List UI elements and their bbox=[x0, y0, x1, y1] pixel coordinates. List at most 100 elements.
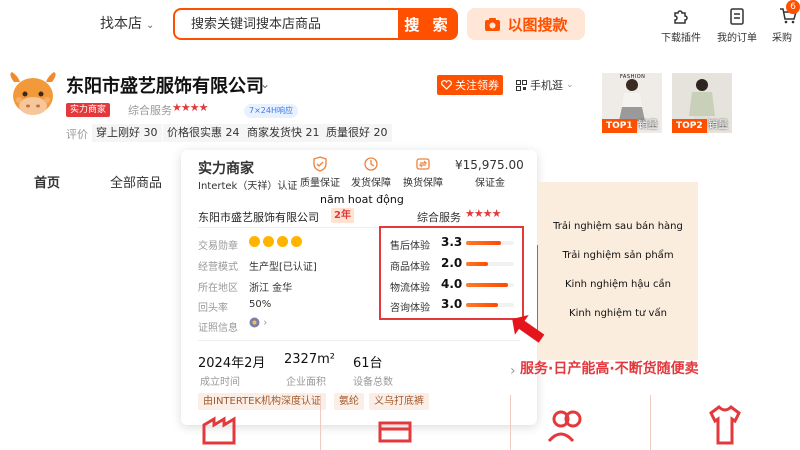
trade-medals bbox=[249, 236, 305, 248]
eval-tag[interactable]: 穿上刚好 30 bbox=[92, 124, 162, 142]
eval-label: 评价 bbox=[66, 128, 88, 141]
product-brand: FASHION bbox=[620, 74, 646, 80]
chevron-right-icon: › bbox=[263, 317, 268, 329]
scissors-icon bbox=[378, 421, 412, 443]
top-product-tile[interactable]: FASHION TOP1 销量 bbox=[602, 73, 662, 133]
score-bar-fill bbox=[466, 241, 501, 245]
shop-name[interactable]: 东阳市盛艺服饰有限公司 bbox=[66, 72, 264, 98]
delivery-icon bbox=[364, 157, 378, 171]
info-label: 经营模式 bbox=[198, 262, 238, 273]
tshirt-icon bbox=[709, 405, 741, 445]
eval-tag[interactable]: 商家发货快 21 bbox=[243, 124, 324, 142]
info-label: 交易勋章 bbox=[198, 241, 238, 252]
score-value: 2.0 bbox=[441, 256, 463, 270]
eval-tag[interactable]: 质量很好 20 bbox=[322, 124, 392, 142]
mobile-browse-button[interactable]: 手机逛 ⌄ bbox=[516, 77, 574, 93]
nav-label: 采购 bbox=[772, 33, 792, 44]
card-service-stars: ★★★★ bbox=[465, 207, 501, 220]
nav-label: 我的订单 bbox=[717, 33, 757, 44]
sales-label: 销量 bbox=[708, 120, 728, 131]
stat-value: 61台 bbox=[353, 356, 383, 371]
follow-coupon-button[interactable]: 关注领券 bbox=[437, 75, 503, 95]
stat-label: 设备总数 bbox=[353, 377, 393, 388]
medal-icon bbox=[277, 236, 288, 247]
card-company-name: 东阳市盛艺服饰有限公司 bbox=[198, 211, 319, 224]
score-label: 商品体验 bbox=[390, 262, 430, 273]
shop-avatar bbox=[10, 72, 56, 115]
license-info-link[interactable]: › bbox=[249, 317, 267, 329]
strength-tag: 实力商家 bbox=[66, 103, 111, 117]
annotation-line: Kinh nghiệm hậu cần bbox=[564, 279, 671, 290]
medal-icon bbox=[249, 236, 260, 247]
score-label: 咨询体验 bbox=[390, 303, 430, 314]
card-title: 实力商家 bbox=[198, 161, 254, 177]
search-input[interactable] bbox=[175, 10, 399, 38]
search-button[interactable]: 搜 索 bbox=[398, 8, 458, 40]
nav-my-orders[interactable]: 我的订单 bbox=[712, 6, 762, 44]
deposit-label: 保证金 bbox=[475, 178, 505, 189]
annotation-box bbox=[538, 182, 698, 360]
chevron-down-icon[interactable]: ⌄ bbox=[260, 77, 270, 91]
nav-download-plugin[interactable]: 下载插件 bbox=[656, 6, 706, 44]
factory-icon bbox=[202, 416, 236, 445]
material-tag[interactable]: 氨纶 bbox=[334, 393, 364, 410]
score-value: 3.0 bbox=[441, 297, 463, 311]
medal-icon bbox=[263, 236, 274, 247]
info-label: 所在地区 bbox=[198, 283, 238, 294]
score-bar bbox=[466, 283, 514, 287]
years-in-business-tag: 2年 bbox=[331, 208, 354, 223]
sales-label: 销量 bbox=[638, 120, 658, 131]
image-search-button[interactable]: 以图搜款 bbox=[467, 8, 585, 40]
users-icon bbox=[547, 410, 582, 443]
follow-label: 关注领券 bbox=[455, 79, 499, 92]
shop-slogan: 服务·日产能高·不断货随便卖 bbox=[520, 361, 699, 377]
score-bar bbox=[466, 241, 514, 245]
clipboard-icon bbox=[730, 8, 744, 25]
guarantee-label: 换货保障 bbox=[403, 178, 443, 189]
annotation-years-note: năm hoat động bbox=[320, 193, 404, 206]
annotation-line: Trải nghiệm sau bán hàng bbox=[553, 221, 683, 232]
nav-label: 下载插件 bbox=[661, 33, 701, 44]
response-time-tag: 7×24H响应 bbox=[244, 104, 298, 118]
image-search-label: 以图搜款 bbox=[507, 15, 568, 34]
chevron-down-icon: ⌄ bbox=[146, 20, 155, 31]
qr-icon bbox=[516, 79, 527, 91]
red-arrow-icon bbox=[512, 315, 545, 343]
score-label: 物流体验 bbox=[390, 283, 430, 294]
deposit-amount: ¥15,975.00 bbox=[455, 158, 524, 172]
divider bbox=[198, 340, 520, 341]
rank-badge: TOP1 bbox=[602, 119, 637, 133]
chevron-right-icon[interactable]: › bbox=[510, 363, 516, 379]
divider bbox=[320, 395, 321, 450]
top-product-tile[interactable]: TOP2 销量 bbox=[672, 73, 732, 133]
score-bar-fill bbox=[466, 262, 488, 266]
camera-icon bbox=[485, 17, 501, 31]
guarantee-delivery: 发货保障 bbox=[347, 156, 395, 189]
service-label: 综合服务 bbox=[128, 104, 172, 117]
chevron-down-icon: ⌄ bbox=[566, 80, 574, 90]
search-scope-select[interactable]: 找本店 ⌄ bbox=[100, 13, 154, 33]
mobile-browse-label: 手机逛 bbox=[530, 79, 563, 92]
shop-nav-all-products[interactable]: 全部商品 bbox=[110, 172, 162, 191]
shop-nav-home[interactable]: 首页 bbox=[34, 172, 60, 191]
card-service-label: 综合服务 bbox=[417, 211, 461, 224]
info-label: 证照信息 bbox=[198, 323, 238, 334]
eval-tag[interactable]: 价格很实惠 24 bbox=[163, 124, 244, 142]
search-box[interactable] bbox=[173, 8, 399, 40]
exchange-icon bbox=[416, 158, 430, 170]
score-bar bbox=[466, 262, 514, 266]
cart-badge: 6 bbox=[786, 0, 800, 14]
region-value: 浙江 金华 bbox=[249, 283, 293, 294]
stat-label: 企业面积 bbox=[286, 377, 326, 388]
rank-badge: TOP2 bbox=[672, 119, 707, 133]
license-icon bbox=[249, 317, 260, 328]
puzzle-icon bbox=[674, 10, 688, 24]
info-label: 回头率 bbox=[198, 303, 228, 314]
guarantee-label: 发货保障 bbox=[351, 178, 391, 189]
search-scope-label: 找本店 bbox=[100, 16, 142, 32]
heart-icon bbox=[441, 80, 452, 90]
annotation-line: Trải nghiệm sản phẩm bbox=[562, 250, 674, 261]
score-bar-fill bbox=[466, 303, 498, 307]
quality-icon bbox=[313, 156, 327, 172]
score-bar-fill bbox=[466, 283, 509, 287]
